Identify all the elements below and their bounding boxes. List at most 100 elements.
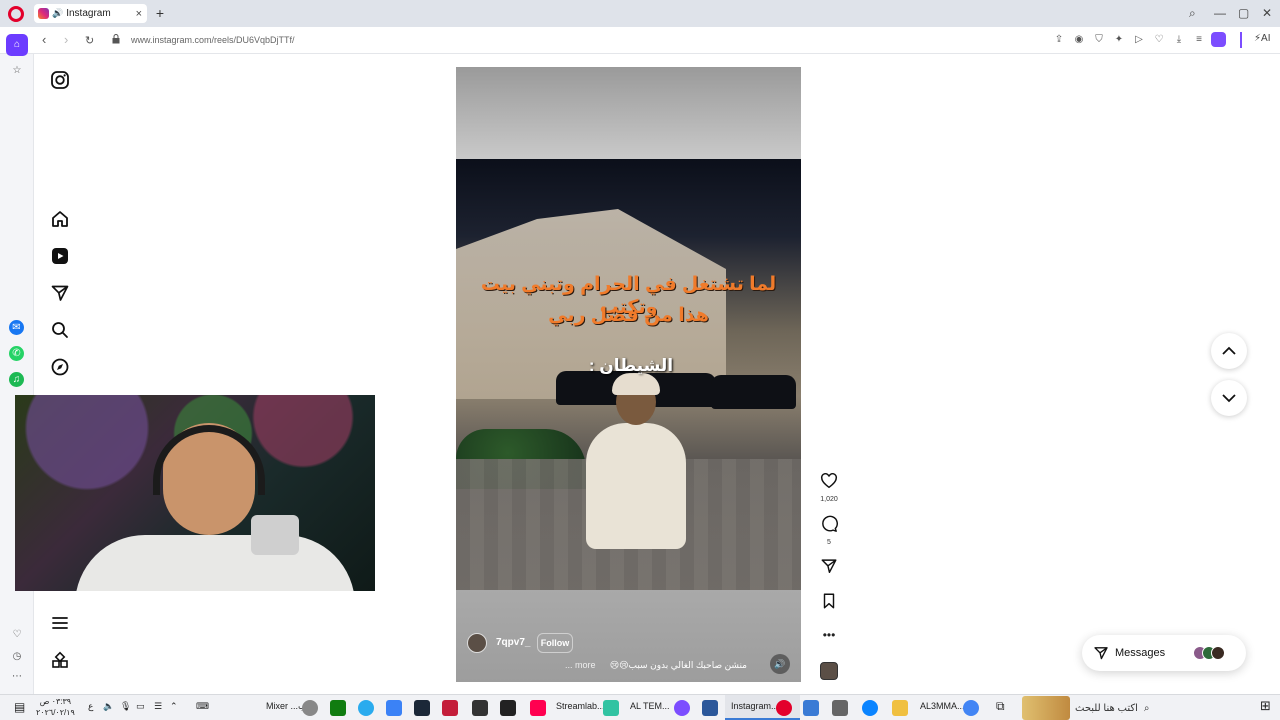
notifications-icon[interactable]: ▤ <box>14 700 25 714</box>
word-icon[interactable] <box>702 700 718 716</box>
comment-button[interactable]: 5 <box>819 515 839 546</box>
clock-date: ٢٠٢٦/٠٢/١٩ <box>36 708 75 717</box>
task-view-icon[interactable]: ⧉ <box>996 699 1005 714</box>
opera-logo-icon[interactable] <box>8 6 24 22</box>
opera-icon[interactable] <box>776 700 792 716</box>
menu-hamburger-icon[interactable] <box>50 613 70 633</box>
back-button[interactable]: ‹ <box>42 32 46 47</box>
more-options-button[interactable]: ••• <box>819 626 839 644</box>
streamer-shirt <box>75 535 355 591</box>
aria-ai-button[interactable]: ⚡AI <box>1254 33 1270 44</box>
author-avatar[interactable] <box>467 633 487 653</box>
edge-icon[interactable] <box>862 700 878 716</box>
direct-messages-icon[interactable] <box>50 283 70 303</box>
save-button[interactable] <box>819 592 839 615</box>
tray-overflow-icon[interactable]: ⌃ <box>170 701 178 712</box>
spotify-icon[interactable]: ♫ <box>9 372 24 387</box>
extensions-icon[interactable]: ✦ <box>1113 34 1125 46</box>
whatsapp-icon[interactable]: ✆ <box>9 346 24 361</box>
taskbar-app-al-tem[interactable]: AL TEM... <box>630 701 670 711</box>
display-icon[interactable]: ▭ <box>136 701 145 712</box>
browser-tab-instagram[interactable]: 🔊 Instagram × <box>34 4 147 23</box>
previous-reel-button[interactable] <box>1211 333 1247 369</box>
app-icon[interactable] <box>386 700 402 716</box>
system-clock[interactable]: ٠٣:٣٩ ص ٢٠٢٦/٠٢/١٩ <box>36 696 75 718</box>
tab-close-button[interactable]: × <box>136 8 142 20</box>
next-reel-button[interactable] <box>1211 380 1247 416</box>
search-icon: ⌕ <box>1143 702 1150 714</box>
steam-icon[interactable] <box>414 700 430 716</box>
instagram-logo-icon[interactable] <box>50 70 70 90</box>
author-username[interactable]: 7qpv7_ <box>496 637 530 648</box>
new-tab-button[interactable]: + <box>152 4 168 22</box>
download-icon[interactable]: ⤓ <box>1173 34 1185 46</box>
heart-icon <box>821 473 837 489</box>
reload-button[interactable]: ↻ <box>85 34 94 47</box>
home-speed-dial-icon[interactable]: ⌂ <box>6 34 28 56</box>
xbox-icon[interactable] <box>330 700 346 716</box>
language-indicator[interactable]: ع <box>88 701 93 712</box>
profile-avatar[interactable] <box>1211 32 1226 47</box>
streamlabs-icon[interactable] <box>603 700 619 716</box>
app-icon[interactable] <box>803 700 819 716</box>
reels-icon[interactable] <box>50 246 70 266</box>
share-icon[interactable]: ⇪ <box>1053 34 1065 46</box>
minimize-button[interactable]: — <box>1214 6 1226 20</box>
microphone <box>251 515 299 555</box>
close-window-button[interactable]: ✕ <box>1262 6 1272 20</box>
taskbar-app-al3mma[interactable]: AL3MMA... <box>920 701 965 711</box>
player-icon[interactable]: ▷ <box>1133 34 1145 46</box>
more-options-icon[interactable]: ⋯ <box>8 668 26 686</box>
shield-icon[interactable]: ⛉ <box>1093 34 1105 46</box>
reel-caption-line2: هذا من فضل ربي <box>548 305 709 326</box>
share-button[interactable] <box>819 557 839 580</box>
app-icon[interactable] <box>472 700 488 716</box>
heart-icon[interactable]: ♡ <box>1153 34 1165 46</box>
reel-more-link[interactable]: ... more <box>565 660 596 670</box>
volume-icon[interactable]: 🔈 <box>103 701 114 712</box>
easy-setup-icon[interactable]: ≡ <box>1193 34 1205 46</box>
telegram-icon[interactable] <box>358 700 374 716</box>
history-clock-icon[interactable]: ◷ <box>8 648 26 666</box>
explore-icon[interactable] <box>50 357 70 377</box>
url-field[interactable]: www.instagram.com/reels/DU6VqbDjTTf/ <box>131 35 295 45</box>
windows-start-icon[interactable]: ⊞ <box>1260 698 1271 714</box>
tiktok-icon[interactable] <box>530 700 546 716</box>
network-icon[interactable]: ☰ <box>154 701 162 712</box>
camera-icon[interactable]: ◉ <box>1073 34 1085 46</box>
search-icon[interactable] <box>50 320 70 340</box>
search-tabs-icon[interactable]: ⌕ <box>1189 6 1196 21</box>
also-from-meta-icon[interactable] <box>50 651 70 671</box>
messages-button[interactable]: Messages <box>1082 635 1246 671</box>
instagram-favicon-icon <box>38 8 49 19</box>
home-icon[interactable] <box>50 209 70 229</box>
chevron-down-icon <box>1222 394 1236 403</box>
maximize-button[interactable]: ▢ <box>1238 6 1249 20</box>
lock-icon[interactable] <box>112 34 120 44</box>
webcam-overlay <box>15 395 375 591</box>
keyboard-icon[interactable]: ⌨ <box>196 701 209 712</box>
follow-button[interactable]: Follow <box>537 633 573 653</box>
mute-toggle-icon[interactable]: 🔊 <box>770 654 790 674</box>
search-highlight-image <box>1022 696 1070 720</box>
app-icon[interactable] <box>500 700 516 716</box>
taskbar-search[interactable]: ⌕ اكتب هنا للبحث <box>1075 697 1247 719</box>
file-explorer-icon[interactable] <box>892 700 908 716</box>
microphone-icon[interactable]: 🎙 <box>120 701 131 712</box>
speaker-icon[interactable]: 🔊 <box>52 8 63 19</box>
audio-thumbnail[interactable] <box>820 662 838 680</box>
messenger-icon[interactable]: ✉ <box>9 320 24 335</box>
pinboard-icon[interactable]: ☆ <box>8 62 26 80</box>
favorites-heart-icon[interactable]: ♡ <box>8 626 26 644</box>
taskbar-app-instagram[interactable]: Instagram... <box>731 701 779 711</box>
taskbar-app-streamlabs[interactable]: Streamlab... <box>556 701 605 711</box>
taskbar-app-mixer[interactable]: Mixer ...ب <box>266 701 307 712</box>
reel-player[interactable]: لما تشتغل في الحرام وتبني بيت وتكتب هذا … <box>456 67 801 682</box>
app-icon[interactable] <box>302 700 318 716</box>
like-button[interactable]: 1,020 <box>819 472 839 503</box>
app-icon[interactable] <box>674 700 690 716</box>
store-icon[interactable] <box>832 700 848 716</box>
chrome-icon[interactable] <box>963 700 979 716</box>
app-icon[interactable] <box>442 700 458 716</box>
forward-button[interactable]: › <box>64 32 68 47</box>
